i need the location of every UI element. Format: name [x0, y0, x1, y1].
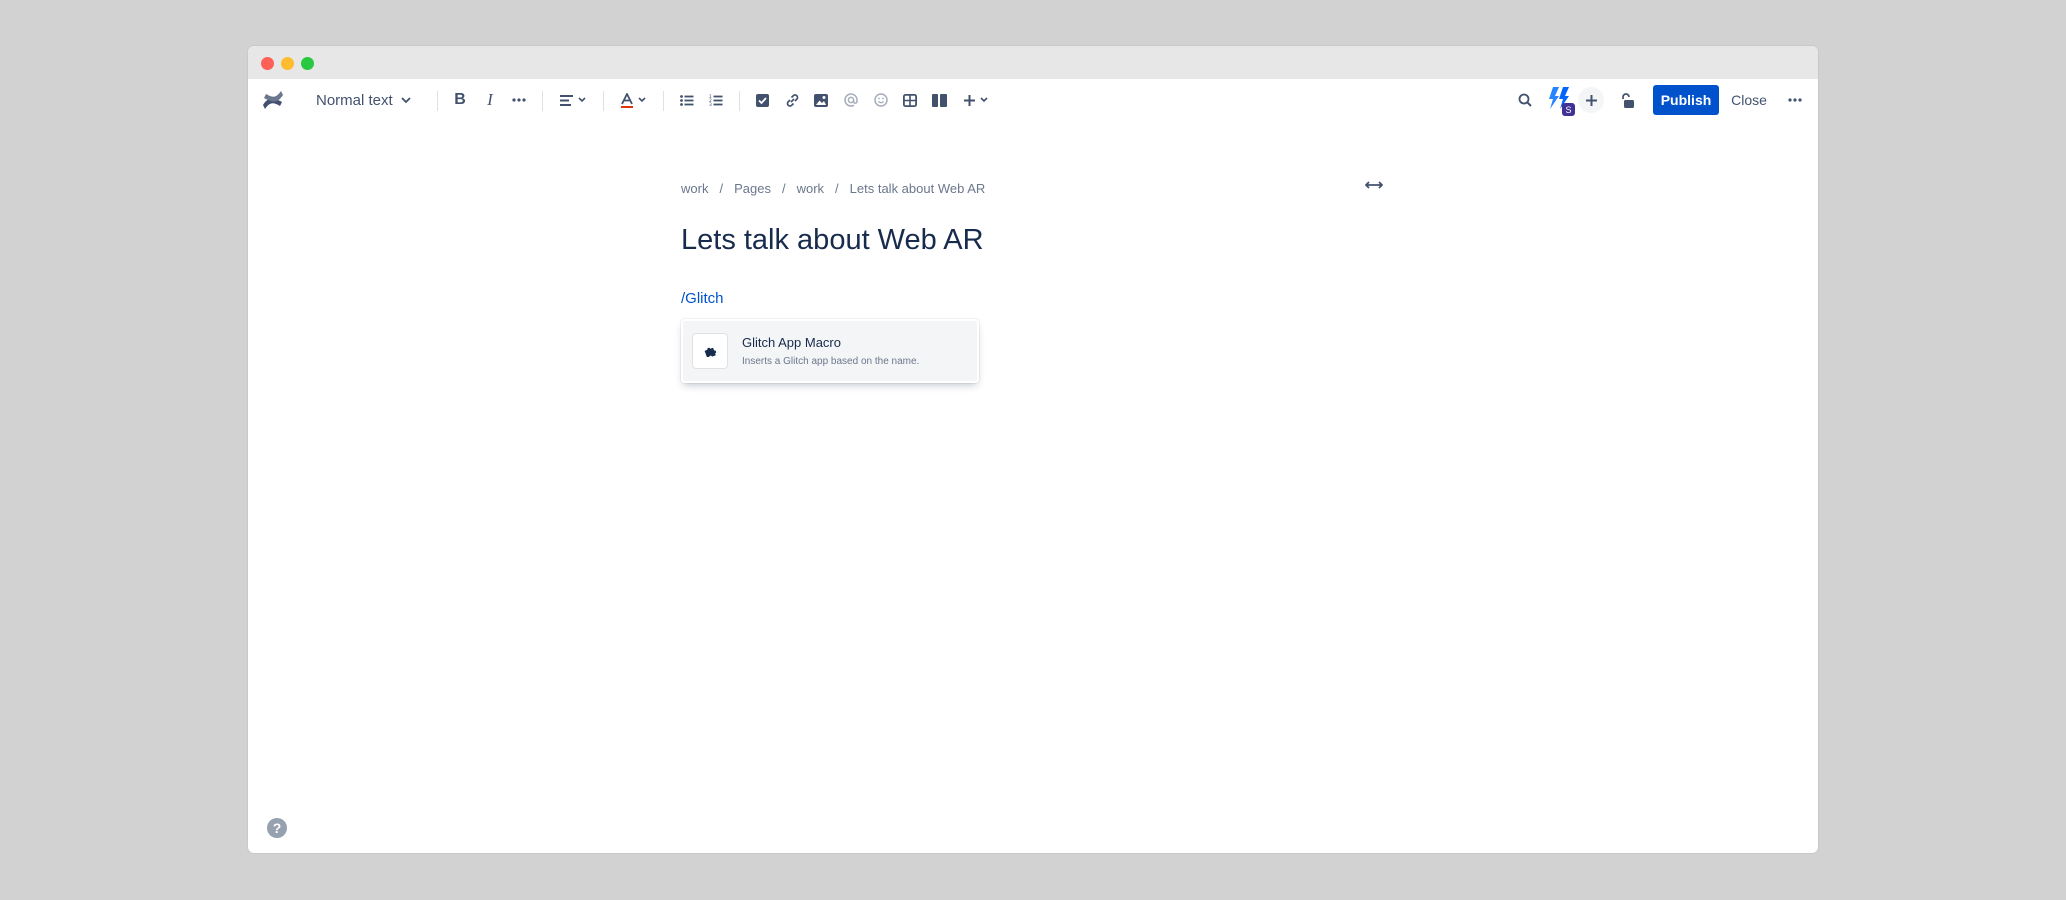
text-style-dropdown[interactable]: Normal text [310, 87, 414, 113]
search-icon [1518, 93, 1532, 107]
numbered-list-icon: 123 [709, 94, 723, 106]
more-icon [512, 98, 526, 102]
action-item-button[interactable] [751, 87, 773, 113]
text-style-label: Normal text [316, 91, 393, 109]
menu-item-title: Glitch App Macro [742, 335, 841, 350]
menu-item-description: Inserts a Glitch app based on the name. [742, 356, 920, 367]
text-color-icon [621, 92, 633, 108]
emoji-button[interactable] [870, 87, 892, 113]
breadcrumb-item[interactable]: Lets talk about Web AR [850, 181, 986, 196]
app-window: Normal text B I 123 S work / Pages / wor… [248, 46, 1818, 853]
mention-icon [844, 93, 858, 107]
toolbar-divider [542, 91, 543, 111]
emoji-icon [874, 93, 888, 107]
editor-toolbar: Normal text B I 123 S [248, 79, 1818, 121]
bold-button[interactable]: B [449, 87, 471, 113]
more-options-button[interactable] [1782, 87, 1808, 113]
unlock-icon [1621, 92, 1634, 108]
window-maximize-control[interactable] [301, 57, 314, 70]
window-titlebar [248, 46, 1818, 79]
breadcrumb-item[interactable]: work [681, 181, 708, 196]
invite-button[interactable] [1578, 87, 1604, 113]
help-icon[interactable]: ? [267, 818, 287, 838]
menu-item-glitch-app-macro[interactable]: Glitch App Macro Inserts a Glitch app ba… [683, 321, 977, 381]
chevron-down-icon [638, 97, 646, 103]
breadcrumb-separator: / [719, 181, 724, 196]
collaborator-badge: S [1562, 103, 1575, 116]
toolbar-divider [663, 91, 664, 111]
insert-more-dropdown[interactable] [960, 87, 990, 113]
puzzle-icon [693, 334, 727, 368]
toolbar-divider [603, 91, 604, 111]
publish-button[interactable]: Publish [1653, 85, 1719, 115]
find-replace-button[interactable] [1514, 87, 1536, 113]
more-icon [1788, 98, 1802, 102]
numbered-list-button[interactable]: 123 [705, 87, 727, 113]
toolbar-divider [437, 91, 438, 111]
toolbar-divider [739, 91, 740, 111]
chevron-down-icon [401, 96, 411, 103]
close-button[interactable]: Close [1724, 85, 1774, 115]
align-left-icon [560, 94, 573, 106]
restrictions-button[interactable] [1616, 87, 1638, 113]
page-title[interactable]: Lets talk about Web AR [681, 224, 984, 257]
window-minimize-control[interactable] [281, 57, 294, 70]
bullet-list-button[interactable] [676, 87, 698, 113]
table-icon [903, 93, 917, 107]
bullet-list-icon [680, 94, 694, 106]
italic-button[interactable]: I [479, 87, 501, 113]
layout-columns-icon [931, 93, 947, 107]
breadcrumb-item[interactable]: Pages [734, 181, 771, 196]
svg-text:3: 3 [709, 102, 712, 106]
window-close-control[interactable] [261, 57, 274, 70]
confluence-logo-icon[interactable] [260, 87, 286, 113]
plus-icon [963, 94, 975, 106]
full-width-toggle-button[interactable] [1362, 172, 1386, 198]
more-formatting-button[interactable] [508, 87, 530, 113]
image-button[interactable] [810, 87, 832, 113]
breadcrumb: work / Pages / work / Lets talk about We… [681, 181, 985, 196]
table-button[interactable] [899, 87, 921, 113]
collaborator-avatar[interactable]: S [1546, 85, 1576, 116]
alignment-dropdown[interactable] [556, 87, 590, 113]
breadcrumb-item[interactable]: work [797, 181, 824, 196]
text-color-dropdown[interactable] [616, 87, 650, 113]
checkbox-icon [755, 93, 769, 107]
expand-width-icon [1365, 181, 1383, 189]
chevron-down-icon [979, 97, 988, 103]
mention-button[interactable] [840, 87, 862, 113]
breadcrumb-separator: / [835, 181, 839, 196]
link-icon [786, 93, 798, 107]
slash-command-menu: Glitch App Macro Inserts a Glitch app ba… [681, 319, 979, 383]
breadcrumb-separator: / [781, 181, 786, 196]
plus-icon [1585, 94, 1597, 106]
slash-command-text[interactable]: /Glitch [681, 290, 724, 307]
link-button[interactable] [781, 87, 803, 113]
chevron-down-icon [578, 97, 586, 103]
layouts-button[interactable] [928, 87, 950, 113]
image-icon [814, 93, 828, 107]
